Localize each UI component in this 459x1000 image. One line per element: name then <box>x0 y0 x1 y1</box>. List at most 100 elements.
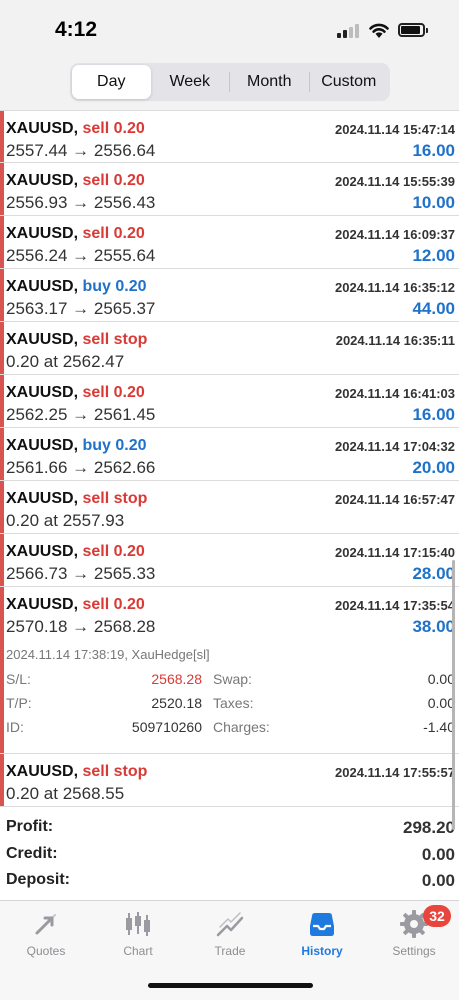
deal-profit: 20.00 <box>412 458 455 477</box>
battery-icon <box>398 23 428 37</box>
deal-prices: 2556.93 → 2556.43 <box>6 193 156 212</box>
summary-value: 298.20 <box>403 818 455 837</box>
account-summary: Profit: 298.20 Credit: 0.00 Deposit: 0.0… <box>0 814 459 894</box>
deal-row[interactable]: XAUUSD, sell 0.20 2024.11.14 15:55:39 25… <box>0 163 459 216</box>
swap-label: Swap: <box>213 671 252 687</box>
deal-profit: 44.00 <box>412 299 455 318</box>
order-row[interactable]: XAUUSD, sell stop 2024.11.14 16:35:11 0.… <box>0 322 459 375</box>
sl-label: S/L: <box>6 671 31 687</box>
trade-icon <box>216 912 244 937</box>
sl-value: 2568.28 <box>151 671 202 687</box>
home-indicator[interactable] <box>148 983 313 988</box>
summary-value: 0.00 <box>421 844 455 864</box>
deal-prices: 2563.17 → 2565.37 <box>6 299 156 318</box>
tab-trade[interactable]: Trade <box>184 901 276 971</box>
deal-direction-bar <box>0 754 4 806</box>
deal-row-expanded[interactable]: XAUUSD, sell 0.20 2024.11.14 17:35:54 25… <box>0 587 459 640</box>
deal-prices: 0.20 at 2568.55 <box>6 784 125 803</box>
settings-badge: 32 <box>423 905 451 927</box>
deal-side: sell 0.20 <box>82 120 145 137</box>
history-icon <box>310 913 334 936</box>
segment-day[interactable]: Day <box>72 65 151 99</box>
deal-side: sell 0.20 <box>82 543 145 560</box>
deal-symbol: XAUUSD, <box>6 172 79 189</box>
deal-row[interactable]: XAUUSD, buy 0.20 2024.11.14 16:35:12 256… <box>0 269 459 322</box>
deal-direction-bar <box>0 111 4 162</box>
tab-quotes[interactable]: Quotes <box>0 901 92 971</box>
deal-title: XAUUSD, sell 0.20 <box>6 120 145 138</box>
deal-symbol: XAUUSD, <box>6 543 79 560</box>
id-value: 509710260 <box>131 719 202 735</box>
summary-value: 0.00 <box>421 871 455 890</box>
deal-direction-bar <box>0 269 4 321</box>
deal-profit: 16.00 <box>412 141 455 160</box>
deal-time: 2024.11.14 17:15:40 <box>335 545 455 560</box>
summary-label: Profit: <box>6 818 54 835</box>
deal-time: 2024.11.14 17:04:32 <box>335 439 455 454</box>
deal-title: XAUUSD, sell 0.20 <box>6 384 145 402</box>
segment-week[interactable]: Week <box>151 65 230 99</box>
deal-symbol: XAUUSD, <box>6 384 79 401</box>
deal-title: XAUUSD, sell 0.20 <box>6 225 145 243</box>
deal-prices: 2557.44 → 2556.64 <box>6 141 156 160</box>
deal-time: 2024.11.14 16:35:12 <box>335 280 455 295</box>
deal-title: XAUUSD, sell stop <box>6 331 147 349</box>
tp-label: T/P: <box>6 695 32 711</box>
deal-time: 2024.11.14 16:41:03 <box>335 386 455 401</box>
deal-row[interactable]: XAUUSD, sell 0.20 2024.11.14 17:15:40 25… <box>0 534 459 587</box>
deal-side: buy 0.20 <box>82 437 147 454</box>
order-row[interactable]: XAUUSD, sell stop 2024.11.14 16:57:47 0.… <box>0 481 459 534</box>
swap-value: 0.00 <box>427 671 455 687</box>
deal-row[interactable]: XAUUSD, sell 0.20 2024.11.14 15:47:14 25… <box>0 110 459 163</box>
deal-direction-bar <box>0 640 4 753</box>
deal-time: 2024.11.14 16:35:11 <box>335 333 455 348</box>
deal-prices: 2561.66 → 2562.66 <box>6 458 156 477</box>
deal-title: XAUUSD, sell stop <box>6 763 147 781</box>
deal-direction-bar <box>0 481 4 533</box>
scrollbar[interactable] <box>452 560 455 830</box>
summary-profit-row: Profit: 298.20 <box>0 814 459 841</box>
deal-direction-bar <box>0 375 4 427</box>
deal-symbol: XAUUSD, <box>6 331 79 348</box>
summary-credit-row: Credit: 0.00 <box>0 841 459 868</box>
charges-label: Charges: <box>213 719 270 735</box>
deal-row[interactable]: XAUUSD, sell 0.20 2024.11.14 16:41:03 25… <box>0 375 459 428</box>
deal-time: 2024.11.14 17:35:54 <box>335 598 455 613</box>
deal-direction-bar <box>0 534 4 586</box>
deal-profit: 16.00 <box>412 405 455 424</box>
deal-detail-panel: 2024.11.14 17:38:19, XauHedge[sl] S/L: 2… <box>0 640 459 754</box>
deal-symbol: XAUUSD, <box>6 120 79 137</box>
tab-label: History <box>301 944 343 958</box>
deal-side: sell stop <box>82 331 148 348</box>
summary-label: Deposit: <box>6 871 70 888</box>
deal-profit: 28.00 <box>412 564 455 583</box>
deal-row[interactable]: XAUUSD, sell 0.20 2024.11.14 16:09:37 25… <box>0 216 459 269</box>
order-row[interactable]: XAUUSD, sell stop 2024.11.14 17:55:57 0.… <box>0 754 459 807</box>
deal-side: buy 0.20 <box>82 278 147 295</box>
tab-label: Settings <box>392 944 436 958</box>
quotes-icon <box>35 914 56 935</box>
deal-prices: 2570.18 → 2568.28 <box>6 617 156 636</box>
tp-value: 2520.18 <box>151 695 202 711</box>
deal-title: XAUUSD, buy 0.20 <box>6 437 147 455</box>
deal-time: 2024.11.14 16:57:47 <box>335 492 455 507</box>
deal-detail-meta: 2024.11.14 17:38:19, XauHedge[sl] <box>6 647 210 662</box>
deal-side: sell stop <box>82 763 148 780</box>
deal-profit: 38.00 <box>412 617 455 636</box>
segment-month[interactable]: Month <box>230 65 309 99</box>
summary-deposit-row: Deposit: 0.00 <box>0 867 459 894</box>
tab-chart[interactable]: Chart <box>92 901 184 971</box>
chart-icon <box>126 912 150 936</box>
deal-title: XAUUSD, sell stop <box>6 490 147 508</box>
tab-history[interactable]: History <box>276 901 368 971</box>
deal-row[interactable]: XAUUSD, buy 0.20 2024.11.14 17:04:32 256… <box>0 428 459 481</box>
deal-side: sell 0.20 <box>82 225 145 242</box>
tab-label: Quotes <box>26 944 66 958</box>
deal-title: XAUUSD, buy 0.20 <box>6 278 147 296</box>
wifi-icon <box>369 23 389 38</box>
cellular-signal-icon <box>337 24 361 38</box>
segment-custom[interactable]: Custom <box>310 65 389 99</box>
deal-direction-bar <box>0 216 4 268</box>
deal-prices: 2556.24 → 2555.64 <box>6 246 156 265</box>
deal-time: 2024.11.14 15:47:14 <box>335 122 455 137</box>
